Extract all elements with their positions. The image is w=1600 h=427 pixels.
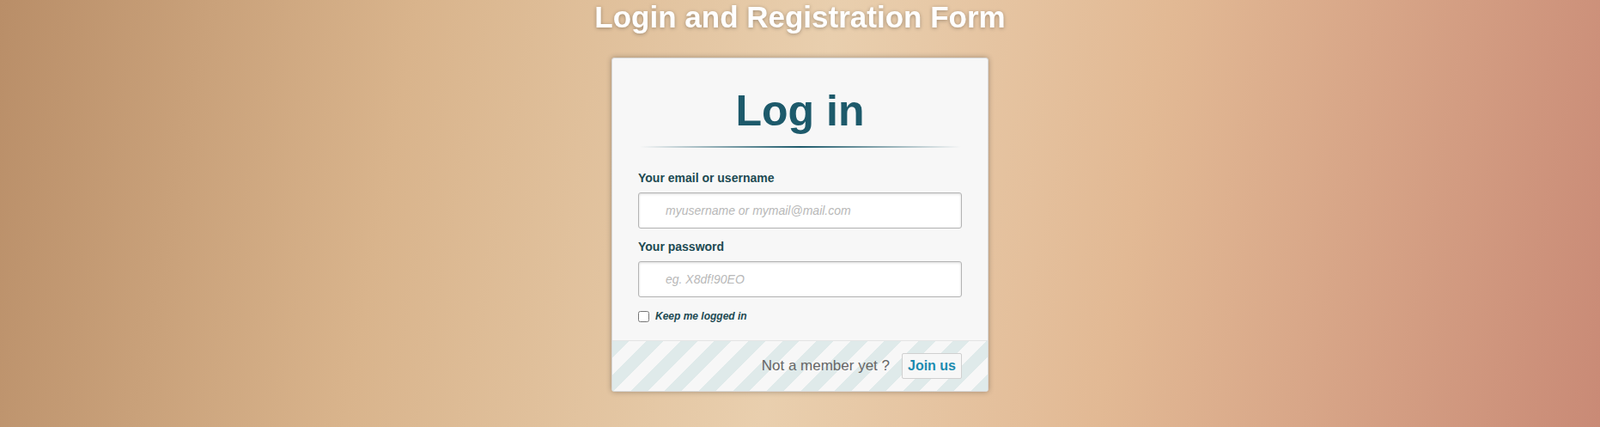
form-field: Your email or username xyxy=(638,170,962,229)
form-field: Your password xyxy=(638,238,962,298)
card-footer: Not a member yet ? Join us xyxy=(612,340,988,391)
remember-label: Keep me logged in xyxy=(655,309,748,323)
text-input[interactable] xyxy=(638,261,962,298)
form-heading: Log in xyxy=(736,89,865,133)
join-button[interactable]: Join us xyxy=(901,352,962,379)
field-label: Your email or username xyxy=(638,170,962,186)
footer-text: Not a member yet ? xyxy=(761,354,890,378)
remember-row: Keep me logged in xyxy=(638,309,962,323)
heading-divider xyxy=(639,146,962,148)
page-title: Login and Registration Form xyxy=(594,0,1005,32)
field-label: Your password xyxy=(638,238,962,255)
text-input[interactable] xyxy=(638,192,962,229)
remember-checkbox[interactable] xyxy=(638,310,650,323)
login-card: Log in Your email or username Your passwor… xyxy=(611,57,989,392)
page: Login and Registration Form Log in Your em… xyxy=(0,0,1600,427)
